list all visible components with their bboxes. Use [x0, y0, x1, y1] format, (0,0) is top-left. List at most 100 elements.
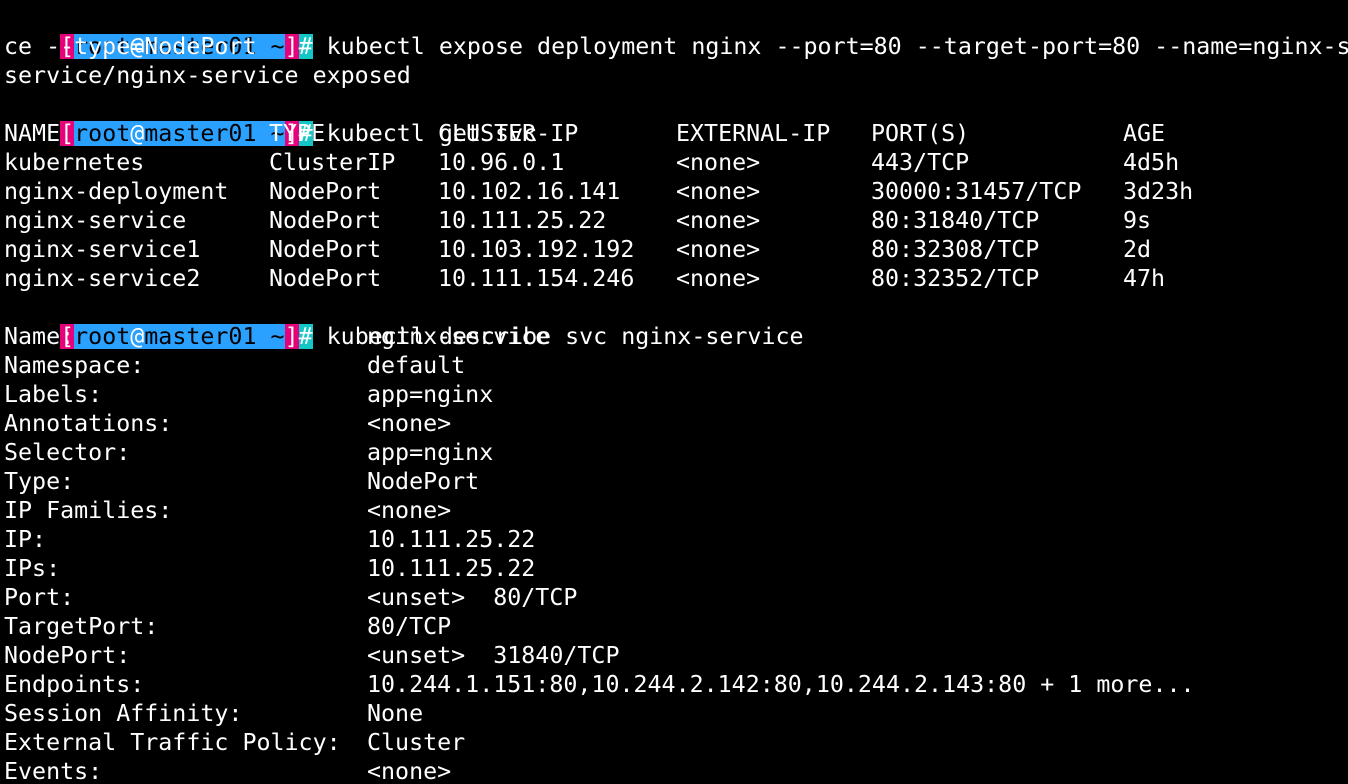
describe-value: NodePort: [367, 468, 480, 495]
table-header-cell-port-s: PORT(S): [871, 120, 970, 147]
describe-key: IP Families:: [4, 497, 173, 524]
terminal-window[interactable]: [root@master01 ~]# kubectl expose deploy…: [0, 0, 1348, 784]
describe-row: Labels: app=nginx: [4, 380, 1344, 409]
describe-value: 10.111.25.22: [367, 526, 536, 553]
command-line-describe: [root@master01 ~]# kubectl describe svc …: [4, 293, 804, 350]
table-row-cell-name: kubernetes: [4, 149, 145, 176]
table-header-cell-age: AGE: [1123, 120, 1166, 147]
describe-row: External Traffic Policy: Cluster: [4, 728, 1344, 757]
describe-key: TargetPort:: [4, 613, 159, 640]
command-text: kubectl expose deployment nginx --port=8…: [312, 33, 1348, 60]
describe-value: 80/TCP: [367, 613, 452, 640]
table-row-cell-cluster-ip: 10.96.0.1: [438, 149, 565, 176]
command-line-expose: [root@master01 ~]# kubectl expose deploy…: [4, 3, 1348, 60]
table-row-cell-cluster-ip: 10.102.16.141: [438, 178, 621, 205]
describe-key: Name:: [4, 323, 75, 350]
describe-key: NodePort:: [4, 642, 131, 669]
table-row-cell-name: nginx-service1: [4, 236, 201, 263]
table-row-cell-type: ClusterIP: [269, 149, 396, 176]
table-row-cell-type: NodePort: [269, 207, 382, 234]
table-header-cell-cluster-ip: CLUSTER-IP: [438, 120, 579, 147]
describe-value: app=nginx: [367, 381, 494, 408]
describe-key: Session Affinity:: [4, 700, 243, 727]
table-row: kubernetes ClusterIP 10.96.0.1 <none> 443/TC…: [4, 148, 1344, 177]
table-row: nginx-service NodePort 10.111.25.22 <none> 8…: [4, 206, 1344, 235]
describe-row: Annotations: <none>: [4, 409, 1344, 438]
table-row-cell-port-s: 30000:31457/TCP: [871, 178, 1082, 205]
table-row-cell-name: nginx-deployment: [4, 178, 229, 205]
table-row-cell-cluster-ip: 10.111.154.246: [438, 265, 635, 292]
expose-result: service/nginx-service exposed: [4, 62, 411, 89]
table-header: NAME TYPE CLUSTER-IP EXTERNAL-IP PORT(S) AGE: [4, 119, 1344, 148]
table-row-cell-external-ip: <none>: [676, 236, 761, 263]
table-row-cell-type: NodePort: [269, 265, 382, 292]
describe-key: Type:: [4, 468, 75, 495]
table-row-cell-cluster-ip: 10.103.192.192: [438, 236, 635, 263]
prompt-close-bracket: ]: [284, 33, 299, 60]
describe-row: Name: nginx-service: [4, 322, 1344, 351]
table-row-cell-external-ip: <none>: [676, 265, 761, 292]
describe-value: 10.244.1.151:80,10.244.2.142:80,10.244.2…: [367, 671, 1195, 698]
prompt-path: ~: [270, 33, 285, 60]
table-header-cell-type: TYPE: [269, 120, 326, 147]
describe-value: Cluster: [367, 729, 466, 756]
describe-key: IPs:: [4, 555, 61, 582]
command-wrap-line: ce --type=NodePort: [4, 33, 257, 60]
describe-value: <unset> 80/TCP: [367, 584, 578, 611]
table-row-cell-name: nginx-service: [4, 207, 187, 234]
describe-key: Namespace:: [4, 352, 145, 379]
command-line-get-svc: [root@master01 ~]# kubectl get svc: [4, 90, 537, 147]
describe-row: Namespace: default: [4, 351, 1344, 380]
describe-value: 10.111.25.22: [367, 555, 536, 582]
table-row-cell-port-s: 80:32308/TCP: [871, 236, 1040, 263]
describe-value: <none>: [367, 497, 452, 524]
describe-row: IP: 10.111.25.22: [4, 525, 1344, 554]
table-row-cell-port-s: 443/TCP: [871, 149, 970, 176]
table-row-cell-age: 2d: [1123, 236, 1152, 263]
describe-key: Events:: [4, 758, 103, 784]
table-row-cell-age: 3d23h: [1123, 178, 1194, 205]
describe-value: nginx-service: [367, 323, 550, 350]
describe-key: Labels:: [4, 381, 103, 408]
describe-value: <none>: [367, 410, 452, 437]
describe-value: <none>: [367, 758, 452, 784]
describe-value: app=nginx: [367, 439, 494, 466]
describe-row: TargetPort: 80/TCP: [4, 612, 1344, 641]
table-row-cell-age: 47h: [1123, 265, 1166, 292]
describe-row: NodePort: <unset> 31840/TCP: [4, 641, 1344, 670]
table-row-cell-type: NodePort: [269, 236, 382, 263]
table-row-cell-age: 4d5h: [1123, 149, 1180, 176]
describe-value: default: [367, 352, 466, 379]
describe-row: Type: NodePort: [4, 467, 1344, 496]
describe-row: Events: <none>: [4, 757, 1344, 784]
table-row-cell-external-ip: <none>: [676, 178, 761, 205]
describe-key: Port:: [4, 584, 75, 611]
describe-key: Annotations:: [4, 410, 173, 437]
describe-key: Endpoints:: [4, 671, 145, 698]
table-row-cell-type: NodePort: [269, 178, 382, 205]
table-row-cell-external-ip: <none>: [676, 149, 761, 176]
describe-row: Selector: app=nginx: [4, 438, 1344, 467]
table-header-cell-external-ip: EXTERNAL-IP: [676, 120, 831, 147]
describe-value: <unset> 31840/TCP: [367, 642, 620, 669]
describe-key: Selector:: [4, 439, 131, 466]
table-row-cell-age: 9s: [1123, 207, 1152, 234]
describe-row: IPs: 10.111.25.22: [4, 554, 1344, 583]
table-row: nginx-service2 NodePort 10.111.154.246 <non…: [4, 264, 1344, 293]
table-row-cell-cluster-ip: 10.111.25.22: [438, 207, 607, 234]
table-row-cell-port-s: 80:32352/TCP: [871, 265, 1040, 292]
table-row-cell-external-ip: <none>: [676, 207, 761, 234]
describe-row: Session Affinity: None: [4, 699, 1344, 728]
describe-row: Port: <unset> 80/TCP: [4, 583, 1344, 612]
describe-key: External Traffic Policy:: [4, 729, 341, 756]
describe-row: Endpoints: 10.244.1.151:80,10.244.2.142:8…: [4, 670, 1344, 699]
prompt-hash: #: [298, 33, 313, 60]
describe-row: IP Families: <none>: [4, 496, 1344, 525]
prompt-space: [256, 34, 271, 59]
table-row: nginx-deployment NodePort 10.102.16.141 <no…: [4, 177, 1344, 206]
table-header-cell-name: NAME: [4, 120, 61, 147]
describe-value: None: [367, 700, 424, 727]
table-row-cell-port-s: 80:31840/TCP: [871, 207, 1040, 234]
table-row: nginx-service1 NodePort 10.103.192.192 <non…: [4, 235, 1344, 264]
table-row-cell-name: nginx-service2: [4, 265, 201, 292]
